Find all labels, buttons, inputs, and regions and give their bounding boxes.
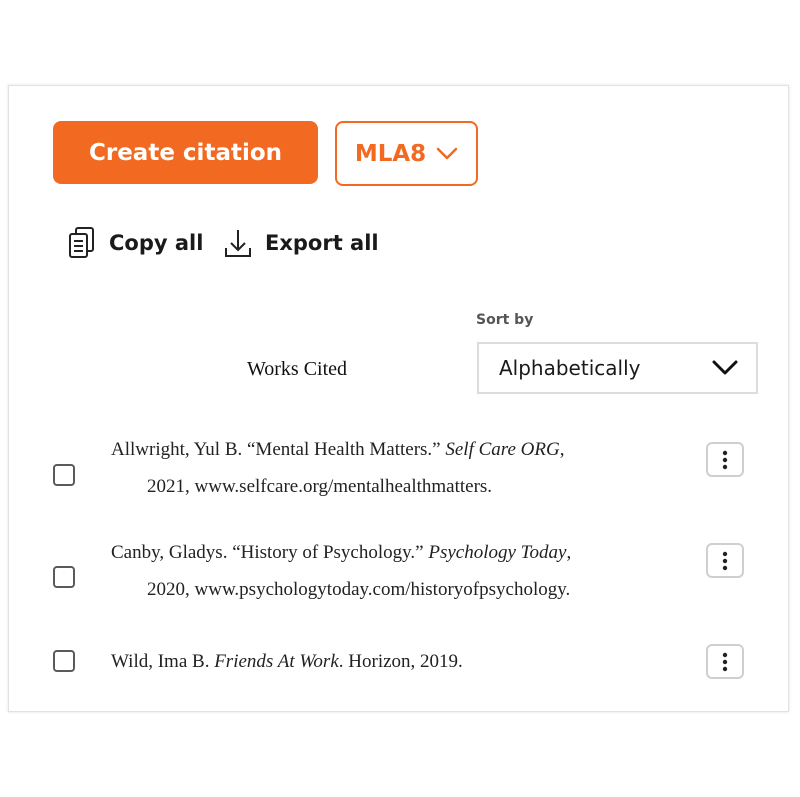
citation-checkbox[interactable] <box>53 566 75 588</box>
citation-author: Allwright, Yul B. <box>111 439 247 460</box>
citation-line2: 2020, www.psychologytoday.com/historyofp… <box>147 579 571 600</box>
citation-rest: . Horizon, 2019. <box>338 651 463 672</box>
export-all-label: Export all <box>265 231 379 255</box>
citation-text: Canby, Gladys. “History of Psychology.” … <box>111 534 671 608</box>
create-citation-label: Create citation <box>88 139 283 166</box>
copy-icon <box>69 227 94 258</box>
more-vertical-icon <box>722 652 728 671</box>
citation-rest: , <box>559 439 565 460</box>
citation-container: Psychology Today <box>428 542 567 563</box>
citation-author: Wild, Ima B. <box>111 651 215 672</box>
citation-text: Wild, Ima B. Friends At Work. Horizon, 2… <box>111 643 671 680</box>
more-vertical-icon <box>722 450 728 469</box>
citation-container: Self Care ORG <box>445 439 560 460</box>
sort-by-dropdown[interactable]: Alphabetically <box>477 342 758 394</box>
citation-title: “Mental Health Matters.” <box>247 439 446 460</box>
citation-panel: Create citation MLA8 Copy all Export all… <box>8 85 789 712</box>
citation-rest: , <box>566 542 572 563</box>
citation-more-button[interactable] <box>706 543 744 578</box>
citation-checkbox[interactable] <box>53 650 75 672</box>
chevron-down-icon <box>436 147 458 159</box>
works-cited-heading: Works Cited <box>247 358 348 380</box>
citation-text: Allwright, Yul B. “Mental Health Matters… <box>111 431 671 505</box>
sort-by-label: Sort by <box>476 312 534 328</box>
more-vertical-icon <box>722 551 728 570</box>
citation-line2: 2021, www.selfcare.org/mentalhealthmatte… <box>147 476 493 497</box>
export-all-button[interactable]: Export all <box>223 226 379 260</box>
download-icon <box>225 230 251 257</box>
citation-title: “History of Psychology.” <box>232 542 429 563</box>
create-citation-button[interactable]: Create citation <box>53 121 318 184</box>
citation-container: Friends At Work <box>214 651 339 672</box>
citation-more-button[interactable] <box>706 644 744 679</box>
citation-style-dropdown[interactable]: MLA8 <box>335 121 478 186</box>
chevron-down-icon <box>712 360 738 375</box>
copy-all-label: Copy all <box>109 231 204 255</box>
citation-style-label: MLA8 <box>354 140 427 167</box>
citation-more-button[interactable] <box>706 442 744 477</box>
citation-author: Canby, Gladys. <box>111 542 233 563</box>
sort-by-value: Alphabetically <box>499 356 641 380</box>
copy-all-button[interactable]: Copy all <box>67 226 203 260</box>
citation-checkbox[interactable] <box>53 464 75 486</box>
